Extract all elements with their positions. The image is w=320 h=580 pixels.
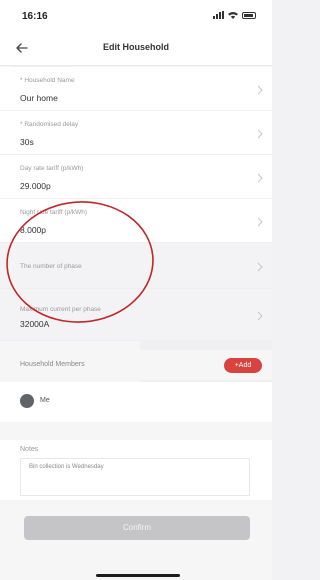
chevron-right-icon (257, 129, 263, 139)
max-current-field[interactable]: Maximum current per phase 32000A (0, 289, 272, 341)
day-rate-tariff-value: 29.000p (20, 181, 51, 191)
home-indicator (96, 574, 180, 577)
max-current-label: Maximum current per phase (20, 306, 101, 313)
household-name-label: * Household Name (20, 77, 75, 84)
status-icons (213, 11, 256, 19)
day-rate-tariff-field[interactable]: Day rate tariff (p/kWh) 29.000p (0, 155, 272, 199)
randomised-delay-field[interactable]: * Randomised delay 30s (0, 111, 272, 155)
notes-label: Notes (20, 446, 39, 453)
member-name: Me (40, 397, 50, 404)
day-rate-tariff-label: Day rate tariff (p/kWh) (20, 165, 84, 172)
notes-textarea[interactable]: Bin collection is Wednesday (20, 458, 250, 496)
chevron-right-icon (257, 262, 263, 272)
status-time: 16:16 (22, 11, 48, 22)
avatar (20, 394, 34, 408)
household-name-field[interactable]: * Household Name Our home (0, 67, 272, 111)
phone-screen: 16:16 Edit Household * Household Name Ou… (0, 0, 272, 580)
member-item[interactable]: Me (0, 382, 272, 422)
night-rate-tariff-field[interactable]: Night rate tariff (p/kWh) 8.000p (0, 199, 272, 243)
number-of-phase-field[interactable]: The number of phase (0, 243, 272, 289)
night-rate-tariff-label: Night rate tariff (p/kWh) (20, 209, 88, 216)
add-member-button[interactable]: +Add (224, 358, 262, 373)
status-bar: 16:16 (0, 0, 272, 30)
max-current-value: 32000A (20, 319, 50, 329)
household-members-title: Household Members (20, 361, 85, 368)
wifi-icon (228, 12, 238, 19)
confirm-button[interactable]: Confirm (24, 516, 250, 540)
notes-section: Notes Bin collection is Wednesday (0, 440, 272, 500)
household-name-value: Our home (20, 93, 58, 103)
randomised-delay-label: * Randomised delay (20, 121, 79, 128)
page-title: Edit Household (103, 42, 169, 52)
chevron-right-icon (257, 217, 263, 227)
signal-icon (213, 11, 224, 19)
night-rate-tariff-value: 8.000p (20, 225, 46, 235)
chevron-right-icon (257, 311, 263, 321)
nav-bar: Edit Household (0, 30, 272, 66)
household-members-header: Household Members +Add (0, 350, 272, 380)
chevron-right-icon (257, 85, 263, 95)
battery-icon (242, 11, 256, 19)
chevron-right-icon (257, 173, 263, 183)
number-of-phase-label: The number of phase (20, 263, 82, 270)
randomised-delay-value: 30s (20, 137, 34, 147)
